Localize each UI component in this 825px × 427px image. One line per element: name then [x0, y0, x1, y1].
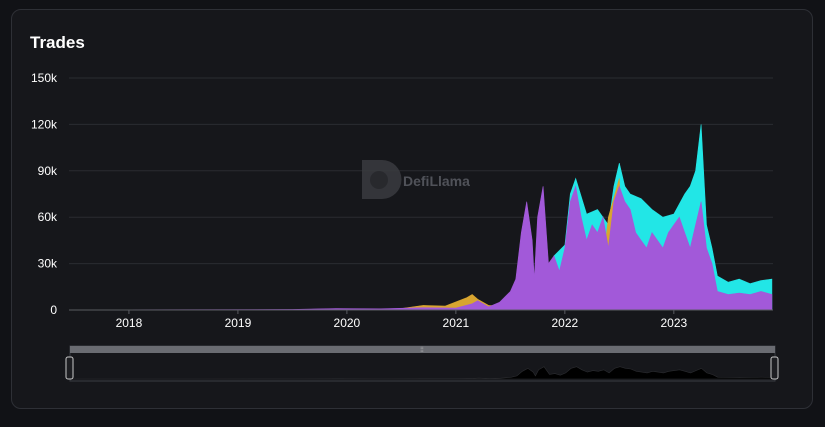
x-axis-labels: 2018 2019 2020 2021 2022 2023 [116, 310, 687, 330]
series-area [68, 185, 773, 311]
watermark: DefiLlama [362, 160, 470, 199]
y-axis-labels: 0 30k 60k 90k 120k 150k [31, 71, 58, 317]
slider-right-handle[interactable] [770, 356, 779, 380]
grip-icon: ⦙⦙ [420, 346, 424, 354]
y-tick-label: 0 [50, 303, 57, 317]
x-tick-label: 2022 [551, 316, 578, 330]
y-tick-label: 150k [31, 71, 58, 85]
x-tick-label: 2018 [116, 316, 143, 330]
x-tick-label: 2019 [225, 316, 252, 330]
y-tick-label: 60k [38, 210, 58, 224]
zoom-slider[interactable]: ⦙⦙ [65, 345, 779, 382]
trades-chart[interactable]: 030k60k90k120k150k 2018 2019 2020 2021 2022 2… [0, 0, 825, 427]
watermark-text: DefiLlama [403, 173, 470, 189]
x-tick-label: 2021 [443, 316, 470, 330]
y-tick-label: 90k [38, 164, 58, 178]
y-tick-label: 120k [31, 117, 58, 131]
x-tick-label: 2023 [660, 316, 687, 330]
slider-left-handle[interactable] [65, 356, 74, 380]
y-tick-label: 30k [38, 257, 58, 271]
x-tick-label: 2020 [334, 316, 361, 330]
